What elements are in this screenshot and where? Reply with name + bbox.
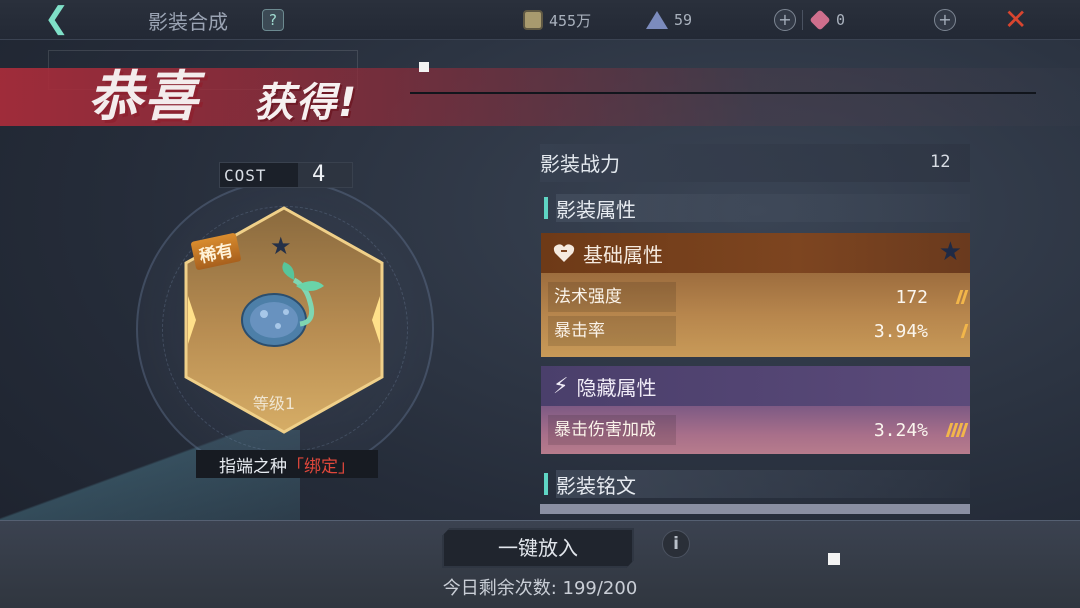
lightning-icon: ⚡ (553, 373, 569, 399)
item-name-box: 指端之种 「绑定」 (196, 450, 378, 478)
quality-bars-icon (942, 290, 969, 304)
bind-tag: 「绑定」 (287, 456, 355, 477)
coin-icon (523, 10, 543, 30)
hidden-attributes-title: 隐藏属性 (576, 375, 657, 400)
stat-row: 暴击率 3.94% (548, 316, 969, 346)
add-pyramid-button[interactable]: + (774, 9, 796, 31)
put-in-all-button[interactable]: 一键放入 (442, 528, 634, 568)
obtained-title: 获得! (254, 80, 359, 126)
close-x-icon[interactable]: ✕ (1004, 6, 1027, 34)
diamond-value: 0 (836, 11, 846, 29)
pyramid-value: 59 (674, 11, 693, 29)
quality-bars-icon (942, 324, 969, 338)
stat-row: 法术强度 172 (548, 282, 969, 312)
question-icon[interactable]: ? (262, 9, 284, 31)
stat-label: 暴击率 (548, 316, 676, 346)
item-level: 等级1 (252, 394, 296, 413)
page-title: 影装合成 (148, 10, 228, 34)
top-bar: ❮ 影装合成 ? 455万 59 + 0 + ✕ (0, 0, 1080, 40)
inscription-scroll-edge (540, 504, 970, 514)
diamond-resource: 0 (809, 8, 846, 32)
stat-label: 暴击伤害加成 (548, 415, 676, 445)
power-label: 影装战力 (540, 152, 620, 176)
info-icon[interactable]: i (662, 530, 690, 558)
attributes-title: 影装属性 (544, 194, 636, 222)
cost-value: 4 (298, 163, 352, 187)
cost-label: COST (224, 165, 267, 185)
stat-row: 暴击伤害加成 3.24% (548, 415, 969, 445)
pyramid-resource: 59 (646, 8, 692, 32)
congrats-title: 恭喜 (88, 65, 200, 128)
stat-value: 172 (895, 286, 928, 308)
stat-value: 3.24% (873, 419, 928, 441)
cost-box: COST 4 (219, 162, 353, 188)
item-name: 指端之种 (219, 456, 287, 477)
remaining-count: 今日剩余次数: 199/200 (442, 578, 638, 599)
base-attributes-header: 基础属性 ★ (541, 233, 970, 273)
hidden-attributes-header: ⚡ 隐藏属性 (541, 366, 970, 406)
star-icon: ★ (938, 237, 962, 267)
coin-resource: 455万 (523, 8, 591, 32)
divider (802, 10, 803, 30)
inscription-title: 影装铭文 (544, 470, 636, 498)
diamond-icon (809, 9, 831, 31)
stat-label: 法术强度 (548, 282, 676, 312)
sparkle-square (828, 553, 840, 565)
add-diamond-button[interactable]: + (934, 9, 956, 31)
sparkle-square (419, 62, 429, 72)
back-arrow-icon[interactable]: ❮ (44, 4, 78, 36)
shield-heart-icon (553, 244, 575, 262)
quality-bars-icon (942, 423, 969, 437)
stat-value: 3.94% (873, 320, 928, 342)
star-icon: ★ (270, 232, 292, 260)
power-value: 12 (930, 152, 951, 172)
base-attributes-title: 基础属性 (583, 242, 663, 267)
pyramid-icon (646, 11, 668, 29)
banner-line (410, 92, 1036, 94)
seed-icon (241, 262, 324, 347)
coin-value: 455万 (549, 11, 592, 30)
